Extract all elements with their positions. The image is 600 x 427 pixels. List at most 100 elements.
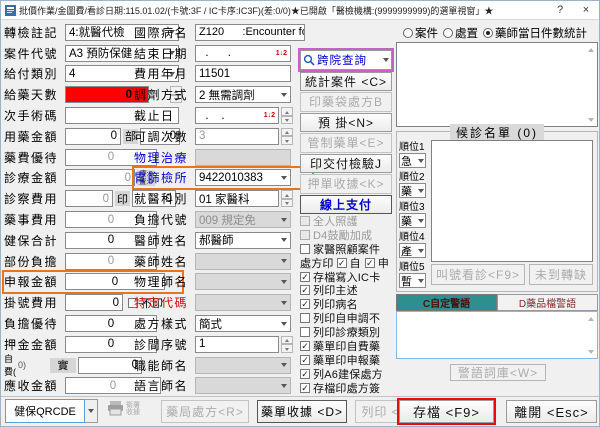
field-value: 簡式 bbox=[199, 316, 222, 332]
field-label: 案件代號 bbox=[4, 45, 65, 62]
refill-count-field[interactable]: 3 bbox=[195, 128, 279, 145]
field-value: 0 bbox=[108, 255, 114, 267]
nhi-qrcode-button[interactable]: 健保QRCDE bbox=[5, 399, 85, 423]
priority-1-select[interactable]: 急 bbox=[399, 153, 426, 168]
room-seq-field[interactable]: 1 bbox=[195, 336, 279, 353]
med-amount-field[interactable]: 0 bbox=[65, 128, 121, 145]
physio-link-label[interactable]: 物理治療 bbox=[134, 149, 195, 166]
chevron-down-icon bbox=[281, 259, 287, 263]
end-date-field[interactable]: . .1↓2 bbox=[195, 45, 291, 62]
pharmacy-rx-button: 藥局處方<R> bbox=[161, 400, 249, 423]
field-value: 0 bbox=[125, 172, 131, 184]
waiting-listbox[interactable] bbox=[431, 140, 593, 262]
registration-fee-field[interactable]: 0 bbox=[65, 294, 123, 311]
field-label: 部份負擔 bbox=[4, 253, 65, 270]
exit-button[interactable]: 離開 <Esc> bbox=[506, 400, 597, 423]
d4-bonus-checkbox bbox=[300, 230, 310, 240]
radio-treatment[interactable] bbox=[443, 28, 453, 38]
form-row: 調劑方式 2 無需調劑 bbox=[134, 84, 312, 105]
close-button[interactable]: × bbox=[573, 1, 599, 19]
dept-field[interactable]: 01 家醫科 bbox=[195, 190, 279, 207]
dispense-mode-select[interactable]: 2 無需調劑 bbox=[195, 86, 291, 103]
bottom-separator bbox=[1, 396, 600, 397]
field-value: 0 bbox=[108, 234, 114, 246]
priority-slot: 順位4 產 bbox=[399, 228, 429, 258]
print-self-declare-checkbox[interactable] bbox=[300, 313, 310, 323]
treatment-amount-field[interactable]: 0 bbox=[65, 169, 135, 186]
self-pay-field[interactable]: 0 bbox=[78, 357, 142, 374]
field-label: 藥師姓名 bbox=[134, 253, 195, 270]
field-label: 結束日期 bbox=[134, 45, 195, 62]
room-seq-spinner[interactable] bbox=[281, 336, 293, 353]
print-diagnosis-checkbox[interactable]: ✓ bbox=[300, 299, 310, 309]
tab-custom-warning[interactable]: C自定警語 bbox=[396, 294, 497, 311]
radio-pharmacist-daily-count[interactable] bbox=[483, 28, 493, 38]
fee-ym-field[interactable]: 11501 bbox=[195, 65, 291, 82]
scroll-up-icon[interactable] bbox=[585, 313, 596, 324]
field-value: 藥 bbox=[401, 213, 412, 228]
deadline-spinner[interactable] bbox=[281, 107, 293, 124]
screening-link-label[interactable]: 胃篩檢所 bbox=[134, 169, 195, 186]
stat-case-button[interactable]: 統計案件 <C> bbox=[300, 72, 392, 92]
priority-label: 順位1 bbox=[399, 138, 429, 153]
screening-clinic-row: 胃篩檢所 9422010383 bbox=[134, 168, 312, 189]
field-label: 次手術碼 bbox=[4, 107, 65, 124]
scroll-down-icon[interactable] bbox=[585, 346, 596, 357]
dept-spinner[interactable] bbox=[281, 190, 293, 207]
priority-slot: 順位3 藥 bbox=[399, 198, 429, 228]
print-lab-order-button[interactable]: 印交付檢驗J bbox=[300, 154, 392, 174]
holistic-care-checkbox bbox=[300, 216, 310, 226]
field-value: 0 bbox=[108, 338, 114, 350]
stats-listbox[interactable] bbox=[396, 42, 598, 127]
stats-radio-group: 案件 處置 藥師當日件數統計 bbox=[398, 25, 587, 41]
scroll-up-icon[interactable] bbox=[585, 44, 596, 55]
print-chief-complaint-checkbox[interactable]: ✓ bbox=[300, 285, 310, 295]
refill-spinner[interactable] bbox=[281, 128, 293, 145]
priority-3-select[interactable]: 藥 bbox=[399, 213, 426, 228]
icd-name-field[interactable]: Z120 :Encounter for bbox=[195, 24, 305, 41]
nhi-qrcode-dropdown[interactable] bbox=[85, 399, 98, 423]
rx-print-declare-checkbox[interactable]: ✓ bbox=[365, 258, 375, 268]
date-picker-icon[interactable]: 1↓2 bbox=[276, 50, 287, 57]
field-value: 4 bbox=[69, 68, 75, 80]
screening-clinic-select[interactable]: 9422010383 bbox=[195, 169, 291, 186]
date-picker-icon[interactable]: 1↓2 bbox=[264, 112, 275, 119]
print-treatment-type-checkbox[interactable] bbox=[300, 327, 310, 337]
field-value: Z120 :Encounter for bbox=[199, 26, 305, 38]
help-button[interactable]: ? bbox=[547, 1, 573, 19]
radio-case[interactable] bbox=[403, 28, 413, 38]
warning-textarea[interactable] bbox=[396, 311, 598, 359]
cross-hospital-query-button[interactable]: 跨院查詢 bbox=[300, 50, 392, 70]
family-doctor-checkbox[interactable] bbox=[300, 244, 310, 254]
field-value: 0 bbox=[108, 214, 114, 226]
save-button[interactable]: 存檔 <F9> bbox=[399, 400, 494, 423]
checkbox-row: D4鼓勵加成 bbox=[300, 228, 396, 242]
doctor-select[interactable]: 郝醫師 bbox=[195, 232, 291, 249]
medlist-declared-checkbox[interactable]: ✓ bbox=[300, 355, 310, 365]
priority-2-select[interactable]: 藥 bbox=[399, 183, 426, 198]
scroll-down-icon[interactable] bbox=[585, 114, 596, 125]
field-value: 0 bbox=[103, 193, 109, 205]
a6-nhi-rx-checkbox[interactable]: ✓ bbox=[300, 369, 310, 379]
receipt-printer-control[interactable]: 衛署收據 bbox=[107, 401, 140, 416]
field-label: 押金金額 bbox=[4, 336, 65, 353]
medlist-self-pay-checkbox[interactable]: ✓ bbox=[300, 341, 310, 351]
tab-drug-warning[interactable]: D藥品檔警語 bbox=[497, 294, 598, 311]
checkbox-row: ✓列A6建保處方 bbox=[300, 367, 396, 381]
deadline-field[interactable]: . .1↓2 bbox=[195, 107, 279, 124]
print-tag: 印 bbox=[115, 191, 130, 206]
self-pay-label: 自費( bbox=[4, 352, 18, 378]
priority-slot: 順位2 藥 bbox=[399, 168, 429, 198]
priority-5-select[interactable]: 暫 bbox=[399, 273, 426, 288]
priority-4-select[interactable]: 產 bbox=[399, 243, 426, 258]
rx-print-self-checkbox[interactable]: ✓ bbox=[337, 258, 347, 268]
save-write-ic-checkbox[interactable]: ✓ bbox=[300, 272, 310, 282]
save-print-rx-sign-checkbox[interactable]: ✓ bbox=[300, 383, 310, 393]
pharmacist-select[interactable] bbox=[195, 253, 291, 270]
rx-style-select[interactable]: 簡式 bbox=[195, 315, 291, 332]
med-receipt-button[interactable]: 藥單收據 <D> bbox=[257, 400, 347, 423]
consult-fee-field[interactable]: 0 bbox=[65, 190, 113, 207]
receipt-print-label: 衛署收據 bbox=[126, 402, 140, 416]
online-pay-button[interactable]: 線上支付 bbox=[300, 195, 392, 215]
pre-register-button[interactable]: 預 掛<N> bbox=[300, 113, 392, 133]
